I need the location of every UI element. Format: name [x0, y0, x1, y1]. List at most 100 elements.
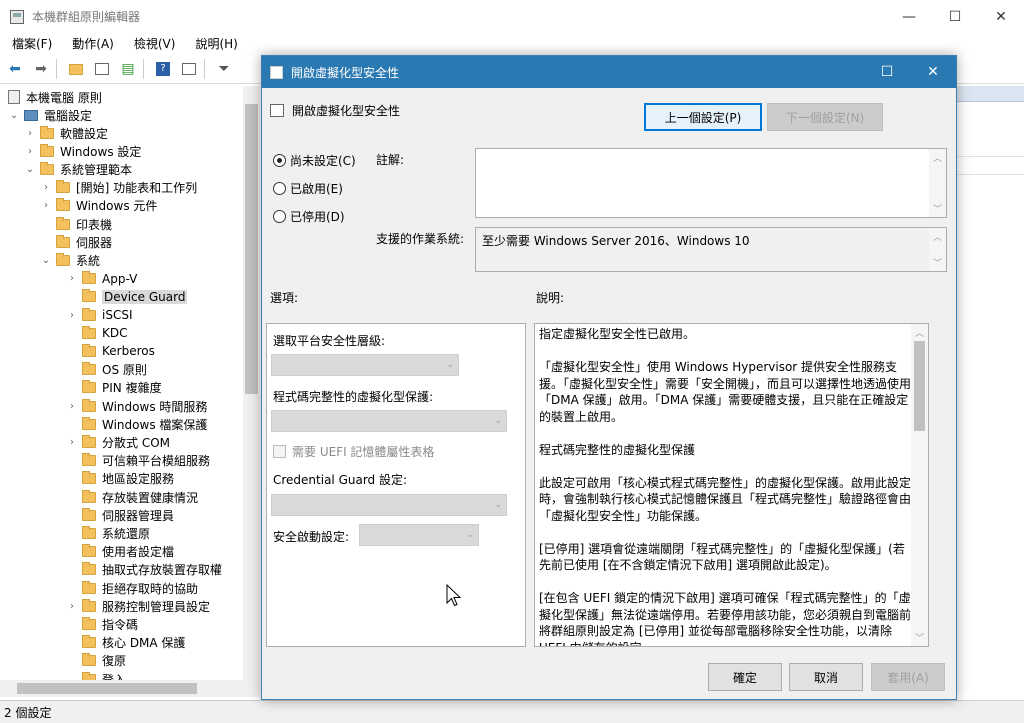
scrollbar-thumb[interactable]	[17, 683, 197, 694]
show-hide-tree-icon[interactable]	[91, 58, 113, 80]
menu-bar: 檔案(F) 動作(A) 檢視(V) 說明(H)	[0, 33, 1024, 54]
back-icon[interactable]: ⬅	[4, 58, 26, 80]
export-list-icon[interactable]: ▤	[117, 58, 139, 80]
tree-item[interactable]: › Windows 設定	[24, 142, 141, 160]
tree-item[interactable]: › iSCSI	[66, 306, 133, 324]
tree-item[interactable]: 抽取式存放裝置存取權	[66, 561, 222, 579]
tree-item[interactable]: PIN 複雜度	[66, 379, 162, 397]
scroll-up-icon[interactable]: ︿	[929, 149, 946, 166]
scroll-up-icon[interactable]: ︿	[911, 324, 928, 341]
tree-item[interactable]: 存放裝置健康情況	[66, 488, 198, 506]
secure-launch-dropdown[interactable]: ⌄	[359, 524, 479, 546]
menu-file[interactable]: 檔案(F)	[0, 35, 60, 52]
tree-item[interactable]: › Windows 元件	[40, 197, 157, 215]
tree-item[interactable]: 系統還原	[66, 524, 150, 542]
comment-scrollbar[interactable]: ︿ ﹀	[929, 149, 946, 217]
tree-item[interactable]: 可信賴平台模組服務	[66, 452, 210, 470]
settings-list-pane	[955, 86, 1024, 697]
tree-item[interactable]: ⌄ 系統管理範本	[24, 160, 132, 178]
tree-item[interactable]: Device Guard	[66, 288, 188, 306]
dialog-maximize-button[interactable]: ☐	[864, 56, 910, 88]
radio-enabled[interactable]: 已啟用(E)	[273, 180, 343, 197]
scroll-down-icon[interactable]: ﹀	[911, 629, 928, 646]
filter-icon[interactable]: ⏷	[213, 58, 235, 80]
scroll-down-icon[interactable]: ﹀	[929, 200, 946, 217]
tree-item[interactable]: 核心 DMA 保護	[66, 634, 185, 652]
menu-help[interactable]: 說明(H)	[183, 35, 245, 52]
chevron-right-icon[interactable]: ›	[40, 182, 52, 193]
supported-os-scrollbar[interactable]: ︿ ﹀	[929, 228, 946, 271]
menu-view[interactable]: 檢視(V)	[122, 35, 184, 52]
scroll-up-icon[interactable]: ︿	[929, 228, 946, 245]
tree-item[interactable]: 使用者設定檔	[66, 543, 174, 561]
help-icon[interactable]: ?	[152, 58, 174, 80]
tree-item[interactable]: 拒絕存取時的協助	[66, 579, 198, 597]
tree-item[interactable]: › App-V	[66, 270, 137, 288]
scrollbar-thumb[interactable]	[914, 341, 925, 431]
tree-horizontal-scrollbar[interactable]	[0, 680, 260, 697]
list-row[interactable]	[955, 156, 1024, 157]
radio-disabled[interactable]: 已停用(D)	[273, 208, 345, 225]
radio-indicator[interactable]	[273, 210, 286, 223]
list-row[interactable]	[955, 174, 1024, 175]
chevron-right-icon[interactable]: ›	[24, 128, 36, 139]
folder-up-icon[interactable]	[65, 58, 87, 80]
scroll-down-icon[interactable]: ﹀	[929, 254, 946, 271]
tree-item[interactable]: 印表機	[40, 215, 112, 233]
tree-item[interactable]: › 服務控制管理員設定	[66, 597, 210, 615]
comment-textarea[interactable]: ︿ ﹀	[475, 148, 947, 218]
uefi-mat-checkbox[interactable]: 需要 UEFI 記憶體屬性表格	[273, 443, 434, 460]
chevron-right-icon[interactable]: ›	[66, 401, 78, 412]
help-scrollbar[interactable]: ︿ ﹀	[911, 324, 928, 646]
tree-item[interactable]: › 軟體設定	[24, 124, 108, 142]
chevron-right-icon[interactable]: ›	[24, 146, 36, 157]
tree-item[interactable]: 地區設定服務	[66, 470, 174, 488]
tree-item[interactable]: 登入	[66, 670, 126, 680]
checkbox-indicator[interactable]	[273, 445, 286, 458]
dialog-close-button[interactable]: ✕	[910, 56, 956, 88]
tree-root[interactable]: 本機電腦 原則	[4, 88, 102, 106]
tree-item[interactable]: 伺服器管理員	[66, 506, 174, 524]
tree-item[interactable]: 指令碼	[66, 615, 138, 633]
tree-item[interactable]: ⌄ 系統	[40, 251, 100, 269]
tree-vertical-scrollbar[interactable]	[243, 86, 260, 680]
tree-item[interactable]: Kerberos	[66, 342, 155, 360]
tree-item[interactable]: › 分散式 COM	[66, 433, 170, 451]
maximize-button[interactable]: ☐	[932, 0, 978, 33]
chevron-down-icon[interactable]: ⌄	[24, 164, 36, 175]
close-button[interactable]: ✕	[978, 0, 1024, 33]
chevron-down-icon[interactable]: ⌄	[8, 110, 20, 121]
radio-not-configured[interactable]: 尚未設定(C)	[273, 152, 356, 169]
tree-item[interactable]: Windows 檔案保護	[66, 415, 207, 433]
credential-guard-dropdown[interactable]: ⌄	[271, 494, 507, 516]
tree-item[interactable]: › Windows 時間服務	[66, 397, 207, 415]
tree-item[interactable]: OS 原則	[66, 361, 147, 379]
chevron-right-icon[interactable]: ›	[66, 601, 78, 612]
forward-icon[interactable]: ➡	[30, 58, 52, 80]
ok-button[interactable]: 確定	[708, 663, 782, 691]
scrollbar-thumb[interactable]	[245, 104, 258, 394]
tree-item-label: 系統還原	[102, 526, 151, 541]
cancel-button[interactable]: 取消	[789, 663, 863, 691]
chevron-right-icon[interactable]: ›	[66, 437, 78, 448]
previous-setting-button[interactable]: 上一個設定(P)	[644, 103, 762, 131]
chevron-down-icon[interactable]: ⌄	[40, 255, 52, 266]
tree-item[interactable]: › [開始] 功能表和工作列	[40, 179, 197, 197]
next-setting-button[interactable]: 下一個設定(N)	[767, 103, 883, 131]
platform-security-dropdown[interactable]: ⌄	[271, 354, 459, 376]
tree-computer-config[interactable]: ⌄ 電腦設定	[8, 106, 92, 124]
radio-indicator[interactable]	[273, 182, 286, 195]
chevron-right-icon[interactable]: ›	[40, 200, 52, 211]
tree-item[interactable]: 伺服器	[40, 233, 112, 251]
properties-icon[interactable]	[178, 58, 200, 80]
radio-indicator[interactable]	[273, 154, 286, 167]
apply-button[interactable]: 套用(A)	[871, 663, 945, 691]
folder-icon	[82, 325, 96, 339]
tree-item[interactable]: KDC	[66, 324, 128, 342]
chevron-right-icon[interactable]: ›	[66, 310, 78, 321]
menu-action[interactable]: 動作(A)	[60, 35, 122, 52]
ci-protection-dropdown[interactable]: ⌄	[271, 410, 507, 432]
minimize-button[interactable]: —	[886, 0, 932, 33]
tree-item[interactable]: 復原	[66, 652, 126, 670]
chevron-right-icon[interactable]: ›	[66, 273, 78, 284]
